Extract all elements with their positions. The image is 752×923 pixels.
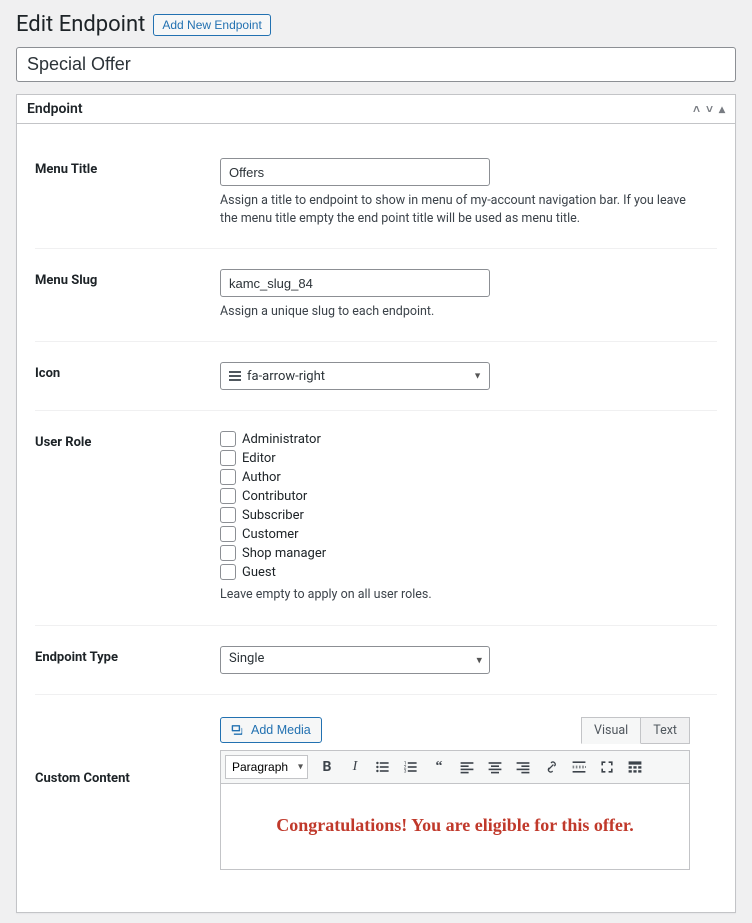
align-center-icon[interactable] bbox=[482, 754, 508, 780]
user-role-option-label: Customer bbox=[242, 527, 299, 542]
page-title: Edit Endpoint bbox=[16, 12, 145, 37]
user-role-option-label: Contributor bbox=[242, 489, 307, 504]
menu-title-label: Menu Title bbox=[35, 158, 220, 177]
blockquote-icon[interactable]: “ bbox=[426, 754, 452, 780]
endpoint-type-row: Endpoint Type Single bbox=[35, 626, 717, 695]
icon-select[interactable]: fa-arrow-right bbox=[220, 362, 490, 390]
add-new-endpoint-button[interactable]: Add New Endpoint bbox=[153, 14, 270, 36]
tab-visual[interactable]: Visual bbox=[581, 717, 641, 744]
menu-title-input[interactable] bbox=[220, 158, 490, 186]
numbered-list-icon[interactable]: 123 bbox=[398, 754, 424, 780]
user-role-checkbox[interactable] bbox=[220, 450, 236, 466]
user-role-option[interactable]: Administrator bbox=[220, 431, 717, 447]
align-left-icon[interactable] bbox=[454, 754, 480, 780]
user-role-checkbox[interactable] bbox=[220, 488, 236, 504]
add-media-button[interactable]: Add Media bbox=[220, 717, 322, 743]
user-role-checkbox[interactable] bbox=[220, 545, 236, 561]
user-role-option[interactable]: Contributor bbox=[220, 488, 717, 504]
icon-label: Icon bbox=[35, 362, 220, 381]
link-icon[interactable] bbox=[538, 754, 564, 780]
menu-title-description: Assign a title to endpoint to show in me… bbox=[220, 192, 690, 228]
bold-icon[interactable]: B bbox=[314, 754, 340, 780]
editor: Add Media Visual Text Paragraph bbox=[220, 717, 690, 870]
user-role-option[interactable]: Editor bbox=[220, 450, 717, 466]
user-role-checkbox[interactable] bbox=[220, 507, 236, 523]
fullscreen-icon[interactable] bbox=[594, 754, 620, 780]
user-role-label: User Role bbox=[35, 431, 220, 450]
icon-select-value: fa-arrow-right bbox=[247, 369, 325, 384]
user-role-checkbox[interactable] bbox=[220, 526, 236, 542]
collapse-icon[interactable]: ▴ bbox=[719, 102, 725, 116]
toolbar-toggle-icon[interactable] bbox=[622, 754, 648, 780]
editor-body-text: Congratulations! You are eligible for th… bbox=[239, 812, 671, 839]
format-select[interactable]: Paragraph bbox=[225, 755, 308, 779]
media-icon bbox=[231, 723, 245, 737]
user-role-checkbox[interactable] bbox=[220, 431, 236, 447]
move-up-icon[interactable]: ˄ bbox=[693, 102, 700, 116]
endpoint-type-select[interactable]: Single bbox=[220, 646, 490, 674]
user-role-checkbox[interactable] bbox=[220, 564, 236, 580]
icon-row: Icon fa-arrow-right bbox=[35, 342, 717, 411]
custom-content-row: Custom Content Add Media Visual Text bbox=[35, 695, 717, 890]
user-role-option-label: Editor bbox=[242, 451, 276, 466]
endpoint-type-value: Single bbox=[229, 651, 264, 666]
user-role-option-label: Shop manager bbox=[242, 546, 326, 561]
user-role-option-label: Guest bbox=[242, 565, 276, 580]
custom-content-label: Custom Content bbox=[35, 715, 220, 786]
add-media-label: Add Media bbox=[251, 723, 311, 737]
editor-toolbar: Paragraph B I 123 “ bbox=[220, 750, 690, 784]
postbox-title: Endpoint bbox=[27, 101, 83, 117]
menu-title-row: Menu Title Assign a title to endpoint to… bbox=[35, 138, 717, 249]
user-role-description: Leave empty to apply on all user roles. bbox=[220, 586, 690, 604]
user-role-option[interactable]: Guest bbox=[220, 564, 717, 580]
endpoint-postbox: Endpoint ˄ ˅ ▴ Menu Title Assign a title… bbox=[16, 94, 736, 913]
user-role-option[interactable]: Customer bbox=[220, 526, 717, 542]
user-role-option[interactable]: Shop manager bbox=[220, 545, 717, 561]
bullet-list-icon[interactable] bbox=[370, 754, 396, 780]
menu-slug-label: Menu Slug bbox=[35, 269, 220, 288]
menu-slug-row: Menu Slug Assign a unique slug to each e… bbox=[35, 249, 717, 342]
tab-text[interactable]: Text bbox=[640, 717, 690, 744]
menu-slug-input[interactable] bbox=[220, 269, 490, 297]
read-more-icon[interactable] bbox=[566, 754, 592, 780]
user-role-option-label: Administrator bbox=[242, 432, 321, 447]
user-role-row: User Role Administrator Editor Author Contr… bbox=[35, 411, 717, 625]
user-role-option[interactable]: Author bbox=[220, 469, 717, 485]
svg-text:3: 3 bbox=[404, 768, 407, 774]
endpoint-title-input[interactable] bbox=[16, 47, 736, 82]
align-right-icon[interactable] bbox=[510, 754, 536, 780]
user-role-option-label: Subscriber bbox=[242, 508, 304, 523]
menu-slug-description: Assign a unique slug to each endpoint. bbox=[220, 303, 690, 321]
editor-content-area[interactable]: Congratulations! You are eligible for th… bbox=[220, 784, 690, 870]
user-role-option-label: Author bbox=[242, 470, 281, 485]
italic-icon[interactable]: I bbox=[342, 754, 368, 780]
user-role-checkbox[interactable] bbox=[220, 469, 236, 485]
endpoint-type-label: Endpoint Type bbox=[35, 646, 220, 665]
user-role-option[interactable]: Subscriber bbox=[220, 507, 717, 523]
bars-icon bbox=[229, 371, 241, 381]
move-down-icon[interactable]: ˅ bbox=[706, 102, 713, 116]
